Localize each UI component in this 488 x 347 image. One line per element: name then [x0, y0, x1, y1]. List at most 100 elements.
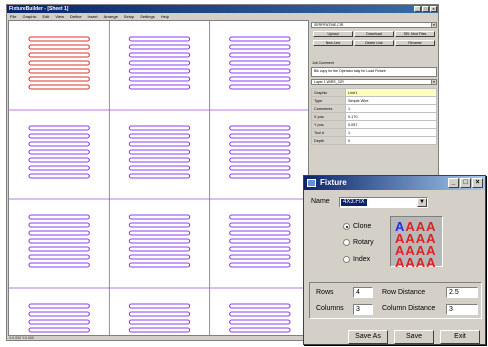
- comment-field[interactable]: Blk copy for the Operator stay for Load …: [311, 67, 437, 77]
- radio-rotary[interactable]: [343, 239, 350, 246]
- dialog-minimize-button[interactable]: _: [448, 178, 459, 188]
- serpentine-loop: [229, 319, 291, 325]
- serpentine-loop: [229, 141, 291, 147]
- maximize-button[interactable]: □: [422, 6, 429, 12]
- columns-label: Columns: [316, 305, 344, 312]
- status-bar: X:0.000 Y:0.000: [9, 336, 34, 340]
- property-value[interactable]: 1: [345, 104, 437, 113]
- mode-index[interactable]: Index: [343, 256, 370, 263]
- layer-combo[interactable]: Layer 1 WIRE_CIR ▼: [311, 79, 437, 85]
- property-row[interactable]: Y pos 0.057: [311, 120, 437, 129]
- columns-input[interactable]: 3: [353, 304, 373, 315]
- serpentine-loop: [28, 52, 90, 58]
- menu-item-insert[interactable]: Insert: [88, 13, 98, 20]
- serpentine-loop: [128, 262, 191, 268]
- serpentine-loop: [28, 133, 90, 139]
- property-row[interactable]: Depth 0: [311, 136, 437, 145]
- cloned-part[interactable]: [128, 36, 191, 90]
- download-button[interactable]: Download: [354, 31, 394, 37]
- menu-item-view[interactable]: View: [55, 13, 64, 20]
- name-select[interactable]: 4X3.FIX ▼: [339, 197, 428, 208]
- mode-rotary[interactable]: Rotary: [343, 239, 374, 246]
- chevron-down-icon[interactable]: ▼: [417, 198, 427, 207]
- serpentine-loop: [229, 165, 291, 171]
- serpentine-loop: [128, 222, 191, 228]
- main-title-bar[interactable]: FixtureBuilder - [Sheet 1] _ □ ×: [7, 5, 438, 13]
- serpentine-loop: [128, 303, 191, 309]
- menu-item-settings[interactable]: Settings: [140, 13, 154, 20]
- rows-input[interactable]: 4: [353, 287, 373, 298]
- menu-item-define[interactable]: Define: [70, 13, 82, 20]
- property-value[interactable]: Simple Wire: [345, 96, 437, 105]
- upload-button[interactable]: Upload: [313, 31, 353, 37]
- serpentine-loop: [28, 254, 90, 260]
- cloned-part[interactable]: [229, 125, 291, 179]
- mode-clone[interactable]: Clone: [343, 223, 371, 230]
- delete-line-button[interactable]: Delete Line: [354, 40, 394, 46]
- property-value[interactable]: 0: [345, 136, 437, 145]
- column-distance-input[interactable]: 3: [446, 304, 478, 315]
- serpentine-loop: [229, 303, 291, 309]
- exit-button[interactable]: Exit: [440, 330, 480, 344]
- active-part[interactable]: [28, 36, 90, 90]
- serpentine-loop: [229, 84, 291, 90]
- window-controls: _ □ ×: [414, 6, 437, 12]
- cloned-part[interactable]: [229, 214, 291, 268]
- row-distance-input[interactable]: 2.5: [446, 287, 478, 298]
- cloned-part[interactable]: [128, 125, 191, 179]
- cloned-part[interactable]: [229, 303, 291, 336]
- menu-item-file[interactable]: File: [10, 13, 16, 20]
- property-key: Depth: [311, 136, 346, 145]
- file-combo[interactable]: SERPENTINE.CIR ▼: [311, 22, 437, 28]
- radio-index[interactable]: [343, 256, 350, 263]
- radio-clone[interactable]: [343, 223, 350, 230]
- serpentine-loop: [28, 165, 90, 171]
- serpentine-loop: [28, 230, 90, 236]
- chevron-down-icon[interactable]: ▼: [431, 80, 436, 84]
- properties-table: Graphic Line1 Type Simple Wire Comments 1 X po…: [311, 88, 437, 145]
- property-value[interactable]: 1: [345, 128, 437, 137]
- serpentine-loop: [128, 60, 191, 66]
- menu-bar: File Graphic Edit View Define Insert Arrange Se…: [7, 13, 438, 20]
- close-button[interactable]: ×: [430, 6, 437, 12]
- save-button[interactable]: Save: [394, 330, 434, 344]
- sel-mod-files-button[interactable]: SEL Mod Files: [395, 31, 435, 37]
- cloned-part[interactable]: [28, 303, 90, 336]
- save-as-button[interactable]: Save As: [348, 330, 388, 344]
- property-value[interactable]: Line1: [345, 88, 437, 97]
- cloned-part[interactable]: [28, 214, 90, 268]
- menu-item-setup[interactable]: Setup: [124, 13, 134, 20]
- property-row[interactable]: Tool #1: [311, 128, 437, 137]
- rename-button[interactable]: Rename: [395, 40, 435, 46]
- new-line-button[interactable]: New Line: [313, 40, 353, 46]
- cloned-part[interactable]: [128, 303, 191, 336]
- property-row[interactable]: Type Simple Wire: [311, 96, 437, 105]
- layer-combo-value: Layer 1 WIRE_CIR: [314, 80, 344, 84]
- minimize-button[interactable]: _: [414, 6, 421, 12]
- menu-item-edit[interactable]: Edit: [42, 13, 49, 20]
- property-row[interactable]: Graphic Line1: [311, 88, 437, 97]
- dialog-title-bar[interactable]: Fixture _ □ ×: [304, 176, 485, 190]
- serpentine-loop: [229, 60, 291, 66]
- drawing-canvas[interactable]: [8, 20, 309, 336]
- serpentine-loop: [28, 327, 90, 333]
- property-value[interactable]: 0.057: [345, 120, 437, 129]
- cloned-part[interactable]: [128, 214, 191, 268]
- property-key: Tool #: [311, 128, 346, 137]
- property-row[interactable]: X pos 0.170: [311, 112, 437, 121]
- chevron-down-icon[interactable]: ▼: [431, 23, 436, 27]
- cloned-part[interactable]: [28, 125, 90, 179]
- dialog-close-button[interactable]: ×: [472, 178, 483, 188]
- preview-row: AAAA: [395, 256, 436, 269]
- preview-letter: A: [426, 255, 436, 270]
- right-panel: SERPENTINE.CIR ▼ Upload Download SEL Mod…: [310, 20, 438, 200]
- property-row[interactable]: Comments 1: [311, 104, 437, 113]
- menu-item-help[interactable]: Help: [161, 13, 169, 20]
- menu-item-graphic[interactable]: Graphic: [22, 13, 36, 20]
- menu-item-arrange[interactable]: Arrange: [104, 13, 118, 20]
- property-value[interactable]: 0.170: [345, 112, 437, 121]
- cloned-part[interactable]: [229, 36, 291, 90]
- serpentine-loop: [28, 262, 90, 268]
- dialog-maximize-button[interactable]: □: [460, 178, 471, 188]
- serpentine-loop: [128, 319, 191, 325]
